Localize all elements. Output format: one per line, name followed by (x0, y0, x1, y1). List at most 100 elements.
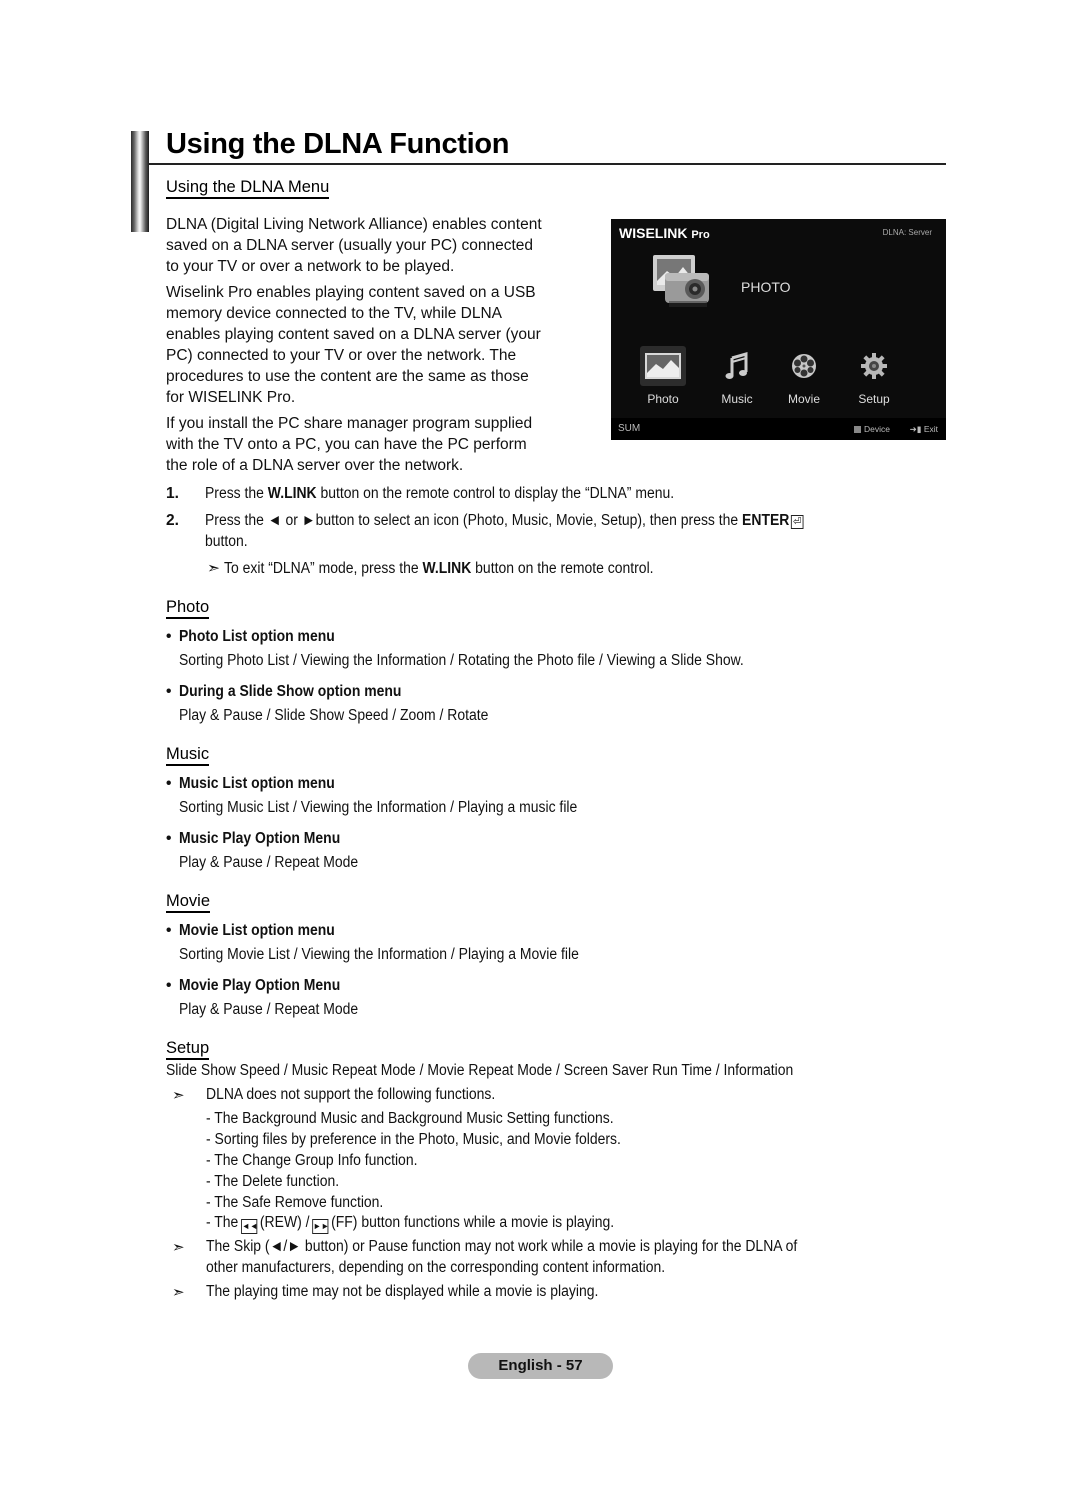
music-bullet-2-body: Play & Pause / Repeat Mode (179, 854, 378, 872)
note-subitem: - The Delete function. (206, 1173, 340, 1190)
note-arrow-icon: ➣ (172, 1087, 185, 1104)
hero-label: PHOTO (741, 279, 791, 295)
section-heading-dlna-menu: Using the DLNA Menu (166, 178, 330, 199)
text-line: to your TV or over a network to be playe… (166, 257, 455, 275)
skip-note-line-1: The Skip (◄/► button) or Pause function … (206, 1238, 863, 1256)
bullet-body: Sorting Music List / Viewing the Informa… (179, 799, 578, 816)
title-divider (149, 163, 946, 165)
text-run: To exit “DLNA” mode, press the (224, 560, 423, 577)
unsupported-item: - The Change Group Info function. (206, 1152, 441, 1170)
note-subitem: - The Background Music and Background Mu… (206, 1110, 614, 1127)
text-line: Wiselink Pro enables playing content sav… (166, 284, 536, 301)
section-heading-movie: Movie (166, 892, 211, 913)
tv-menu-setup[interactable]: Setup (844, 346, 904, 406)
text-run: Press the ◄ or ►button to select an icon… (205, 512, 743, 529)
note-text: other manufacturers, depending on the co… (206, 1259, 666, 1276)
note-subitem: - The Safe Remove function. (206, 1194, 384, 1211)
text-line: the role of a DLNA server over the netwo… (166, 456, 464, 474)
exit-door-icon: ➜▮ (909, 424, 922, 434)
note-text: To exit “DLNA” mode, press the W.LINK bu… (224, 560, 654, 578)
bullet-body: Play & Pause / Repeat Mode (179, 854, 359, 871)
music-note-icon (714, 346, 760, 386)
note-arrow-icon: ➣ (172, 1239, 185, 1256)
rewind-button-icon: ◄◄ (241, 1219, 258, 1234)
bullet-dot: • (166, 977, 172, 994)
tv-menu-movie[interactable]: Movie (774, 346, 834, 406)
device-square-icon (854, 426, 862, 433)
note-subitem: - The ◄◄ (REW) / ►► (FF) button functions wh… (206, 1214, 614, 1234)
text-line: enables playing content saved on a DLNA … (166, 325, 541, 343)
bullet-title: During a Slide Show option menu (179, 683, 402, 700)
step-text-line2: button. (205, 533, 248, 550)
step-number: 2. (166, 512, 179, 529)
text-run: button on the remote control to display … (316, 485, 675, 502)
fast-forward-button-icon: ►► (312, 1219, 329, 1234)
playing-time-note: The playing time may not be displayed wh… (206, 1283, 642, 1301)
text-run: Press the (205, 485, 268, 502)
wiselink-tv-screen: WISELINK Pro DLNA: Server PHOTO Photo Mu… (611, 219, 946, 440)
unsupported-item: - The Safe Remove function. (206, 1194, 403, 1212)
text-line: DLNA (Digital Living Network Alliance) e… (166, 216, 542, 233)
bullet-dot: • (166, 628, 172, 645)
intro-paragraph-2: Wiselink Pro enables playing content sav… (166, 283, 578, 408)
bullet-body: Sorting Movie List / Viewing the Informa… (179, 946, 579, 963)
photo-bullet-1: • Photo List option menu (166, 628, 352, 646)
bullet-dot: • (166, 775, 172, 792)
bullet-title: Music List option menu (179, 775, 335, 792)
menu-label: Photo (647, 392, 679, 406)
unsupported-item: - Sorting files by preference in the Pho… (206, 1131, 667, 1149)
text-line: with the TV onto a PC, you can have the … (166, 435, 527, 453)
photo-icon (640, 346, 686, 386)
menu-label: Setup (858, 392, 890, 406)
unsupported-item-rew-ff: - The ◄◄ (REW) / ►► (FF) button functions wh… (206, 1214, 659, 1234)
exit-button[interactable]: ➜▮ Exit (910, 424, 938, 435)
wiselink-brand: WISELINK Pro (619, 225, 710, 241)
film-reel-icon (781, 346, 827, 386)
note-arrow-icon: ➣ (207, 560, 220, 577)
tv-menu-photo[interactable]: Photo (633, 346, 693, 406)
tv-menu-music[interactable]: Music (707, 346, 767, 406)
brand-suffix: Pro (691, 229, 710, 241)
text-line: procedures to use the content are the sa… (166, 367, 529, 385)
bullet-dot: • (166, 830, 172, 847)
enter-icon: ⏎ (791, 515, 804, 529)
bullet-title: Movie Play Option Menu (179, 977, 341, 994)
menu-label: Music (721, 392, 753, 406)
text-run: (FF) button functions while a movie is p… (331, 1214, 615, 1231)
intro-paragraph-3: If you install the PC share manager prog… (166, 414, 578, 477)
movie-bullet-1: • Movie List option menu (166, 922, 352, 940)
unsupported-item: - The Background Music and Background Mu… (206, 1110, 659, 1128)
text-line: for WISELINK Pro. (166, 388, 296, 406)
device-label: Device (864, 424, 890, 434)
text-run: - The (206, 1214, 239, 1231)
enter-key: ENTER (742, 512, 790, 529)
text-line: saved on a DLNA server (usually your PC)… (166, 236, 534, 254)
title-side-bar (131, 131, 149, 232)
bullet-title: Photo List option menu (179, 628, 335, 645)
photo-camera-icon (651, 251, 713, 313)
bullet-body: Play & Pause / Repeat Mode (179, 1001, 359, 1018)
music-bullet-1-body: Sorting Music List / Viewing the Informa… (179, 799, 622, 817)
dlna-server-label: DLNA: Server (882, 228, 932, 237)
note-text: The playing time may not be displayed wh… (206, 1283, 599, 1300)
section-heading-music: Music (166, 745, 210, 766)
wlink-key: W.LINK (422, 560, 472, 577)
bullet-title: Music Play Option Menu (179, 830, 341, 847)
page-number-badge: English - 57 (468, 1353, 613, 1379)
music-bullet-1: • Music List option menu (166, 775, 352, 793)
note-subitem: - The Change Group Info function. (206, 1152, 418, 1169)
device-button[interactable]: Device (854, 424, 890, 434)
note-subitem: - Sorting files by preference in the Pho… (206, 1131, 621, 1148)
text-line: If you install the PC share manager prog… (166, 415, 533, 432)
unsupported-item: - The Delete function. (206, 1173, 354, 1191)
gear-icon (851, 346, 897, 386)
brand-name: WISELINK (619, 225, 688, 241)
bullet-body: Play & Pause / Slide Show Speed / Zoom /… (179, 707, 489, 724)
section-heading-setup: Setup (166, 1039, 210, 1060)
text-run: (REW) / (259, 1214, 310, 1231)
bullet-dot: • (166, 683, 172, 700)
exit-label: Exit (923, 424, 938, 434)
bullet-title: Movie List option menu (179, 922, 335, 939)
setup-options: Slide Show Speed / Music Repeat Mode / M… (166, 1062, 863, 1080)
bullet-dot: • (166, 922, 172, 939)
